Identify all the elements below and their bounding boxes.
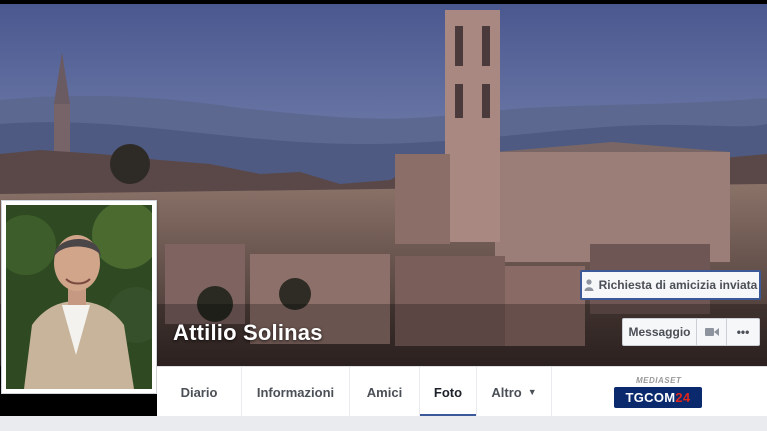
- tab-label: Altro: [491, 384, 522, 400]
- more-options-icon: •••: [736, 325, 750, 339]
- person-icon: [584, 279, 594, 291]
- tab-label: Informazioni: [256, 384, 335, 400]
- message-button[interactable]: Messaggio: [622, 318, 697, 346]
- profile-photo-image: [6, 205, 152, 389]
- tgcom24-logo: MEDIASET TGCOM 24: [614, 376, 704, 410]
- tab-foto[interactable]: Foto: [420, 367, 477, 417]
- mediaset-label: MEDIASET: [636, 376, 682, 385]
- more-options-button[interactable]: •••: [727, 318, 760, 346]
- friend-request-sent-button[interactable]: Richiesta di amicizia inviata: [580, 270, 761, 300]
- profile-picture[interactable]: [1, 200, 157, 394]
- tab-altro[interactable]: Altro ▼: [477, 367, 552, 417]
- logo-text-tgcom: TGCOM: [625, 390, 676, 405]
- tab-informazioni[interactable]: Informazioni: [242, 367, 350, 417]
- profile-action-group: Messaggio •••: [622, 318, 760, 346]
- chevron-down-icon: ▼: [527, 387, 537, 397]
- video-frame: Attilio Solinas Richiesta di amicizia in…: [0, 0, 767, 431]
- tab-diario[interactable]: Diario: [157, 367, 242, 417]
- bottom-strip: [0, 416, 767, 431]
- profile-name: Attilio Solinas: [173, 320, 323, 345]
- friend-request-label: Richiesta di amicizia inviata: [598, 278, 758, 292]
- message-label: Messaggio: [628, 325, 691, 339]
- video-camera-icon: [704, 328, 719, 336]
- tab-amici[interactable]: Amici: [350, 367, 420, 417]
- video-call-button[interactable]: [697, 318, 727, 346]
- logo-text-24: 24: [675, 390, 691, 405]
- tab-label: Amici: [366, 384, 403, 400]
- tgcom24-badge: TGCOM 24: [614, 387, 702, 408]
- tab-label: Foto: [433, 384, 463, 400]
- tab-label: Diario: [180, 384, 218, 400]
